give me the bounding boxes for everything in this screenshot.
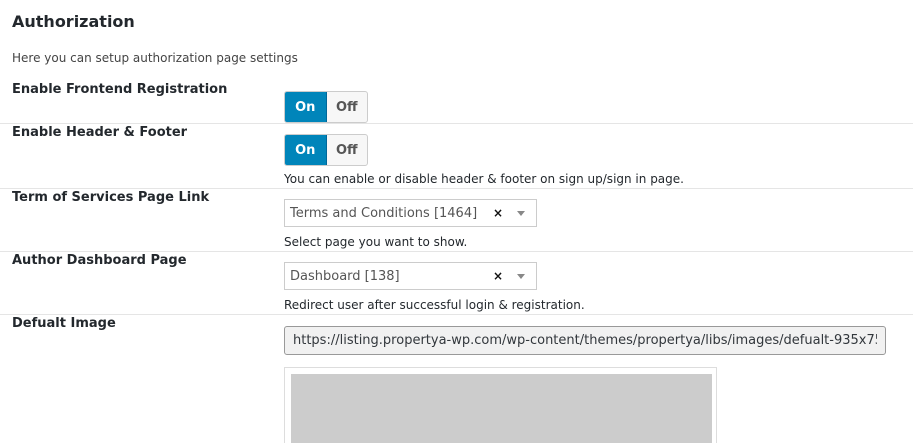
dashboard-page-label: Author Dashboard Page [12,253,187,268]
row-divider [0,188,913,189]
header-footer-on-button[interactable]: On [285,135,327,165]
header-footer-help-text: You can enable or disable header & foote… [284,172,684,186]
dashboard-page-help-text: Redirect user after successful login & r… [284,298,585,312]
close-icon[interactable]: × [490,206,506,220]
frontend-registration-toggle: On Off [284,91,368,123]
frontend-registration-off-button[interactable]: Off [327,92,368,122]
terms-page-select[interactable]: Terms and Conditions [1464] × [284,199,537,227]
frontend-registration-label: Enable Frontend Registration [12,82,228,97]
terms-page-selected-value: Terms and Conditions [1464] [290,205,478,221]
row-divider [0,251,913,252]
header-footer-off-button[interactable]: Off [327,135,368,165]
frontend-registration-on-button[interactable]: On [285,92,327,122]
row-divider [0,123,913,124]
default-image-url-input[interactable] [284,326,886,355]
chevron-down-icon[interactable] [506,210,536,216]
terms-page-label: Term of Services Page Link [12,190,210,205]
authorization-settings-page: Authorization Here you can setup authori… [0,0,913,443]
section-description: Here you can setup authorization page se… [12,51,298,65]
row-divider [0,314,913,315]
default-image-placeholder [291,374,712,443]
default-image-label: Defualt Image [12,316,116,331]
close-icon[interactable]: × [490,269,506,283]
dashboard-page-selected-value: Dashboard [138] [290,268,400,284]
terms-page-help-text: Select page you want to show. [284,235,468,249]
section-title: Authorization [12,12,135,31]
dashboard-page-select[interactable]: Dashboard [138] × [284,262,537,290]
header-footer-label: Enable Header & Footer [12,125,188,140]
default-image-preview [284,367,717,443]
header-footer-toggle: On Off [284,134,368,166]
chevron-down-icon[interactable] [506,273,536,279]
